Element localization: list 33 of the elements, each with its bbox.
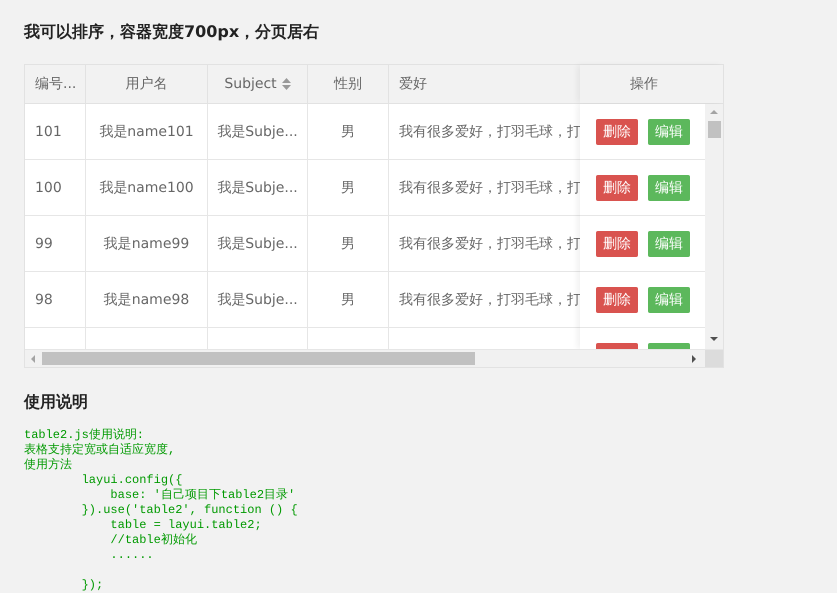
table-cell: 我是Subje...	[217, 178, 298, 196]
table-cell: 我是Subje...	[217, 290, 298, 308]
table-cell: 我是name100	[99, 178, 194, 196]
code-text: table2.js使用说明: 表格支持定宽或自适应宽度, 使用方法 layui.config({ base: '自己项目下table2目录' }).use('table2', function () { table = layui.table2; //table初始化 ...... });	[24, 428, 298, 593]
table-cell: 男	[341, 234, 355, 252]
table-cell: 我是name101	[99, 122, 194, 140]
table-cell: 101	[35, 124, 62, 140]
edit-button[interactable]: 编辑	[648, 118, 690, 144]
table-cell: 男	[341, 290, 355, 308]
table-cell: 100	[35, 180, 62, 196]
column-header: 性别	[334, 75, 362, 93]
column-header: 编号...	[35, 75, 76, 93]
edit-button[interactable]: 编辑	[648, 174, 690, 200]
table-cell: 男	[341, 178, 355, 196]
column-header: 爱好	[399, 75, 427, 93]
column-header: 用户名	[126, 75, 168, 93]
column-header: 操作	[630, 75, 658, 93]
delete-button[interactable]: 删除	[596, 174, 638, 200]
edit-button[interactable]: 编辑	[648, 286, 690, 312]
table-cell: 我是Subje...	[217, 122, 298, 140]
table-cell: 我是Subje...	[217, 234, 298, 252]
table-cell: 99	[35, 236, 53, 252]
table-cell: 98	[35, 292, 53, 308]
delete-button[interactable]: 删除	[596, 230, 638, 256]
page-title: 我可以排序，容器宽度700px，分页居右	[24, 21, 320, 43]
delete-button[interactable]: 删除	[596, 118, 638, 144]
table-cell: 男	[341, 122, 355, 140]
delete-button[interactable]: 删除	[596, 286, 638, 312]
column-header[interactable]: Subject	[224, 76, 277, 92]
table-cell: 我是name99	[104, 234, 190, 252]
table-cell: 我是name98	[104, 290, 190, 308]
edit-button[interactable]: 编辑	[648, 230, 690, 256]
section-heading: 使用说明	[24, 391, 89, 413]
